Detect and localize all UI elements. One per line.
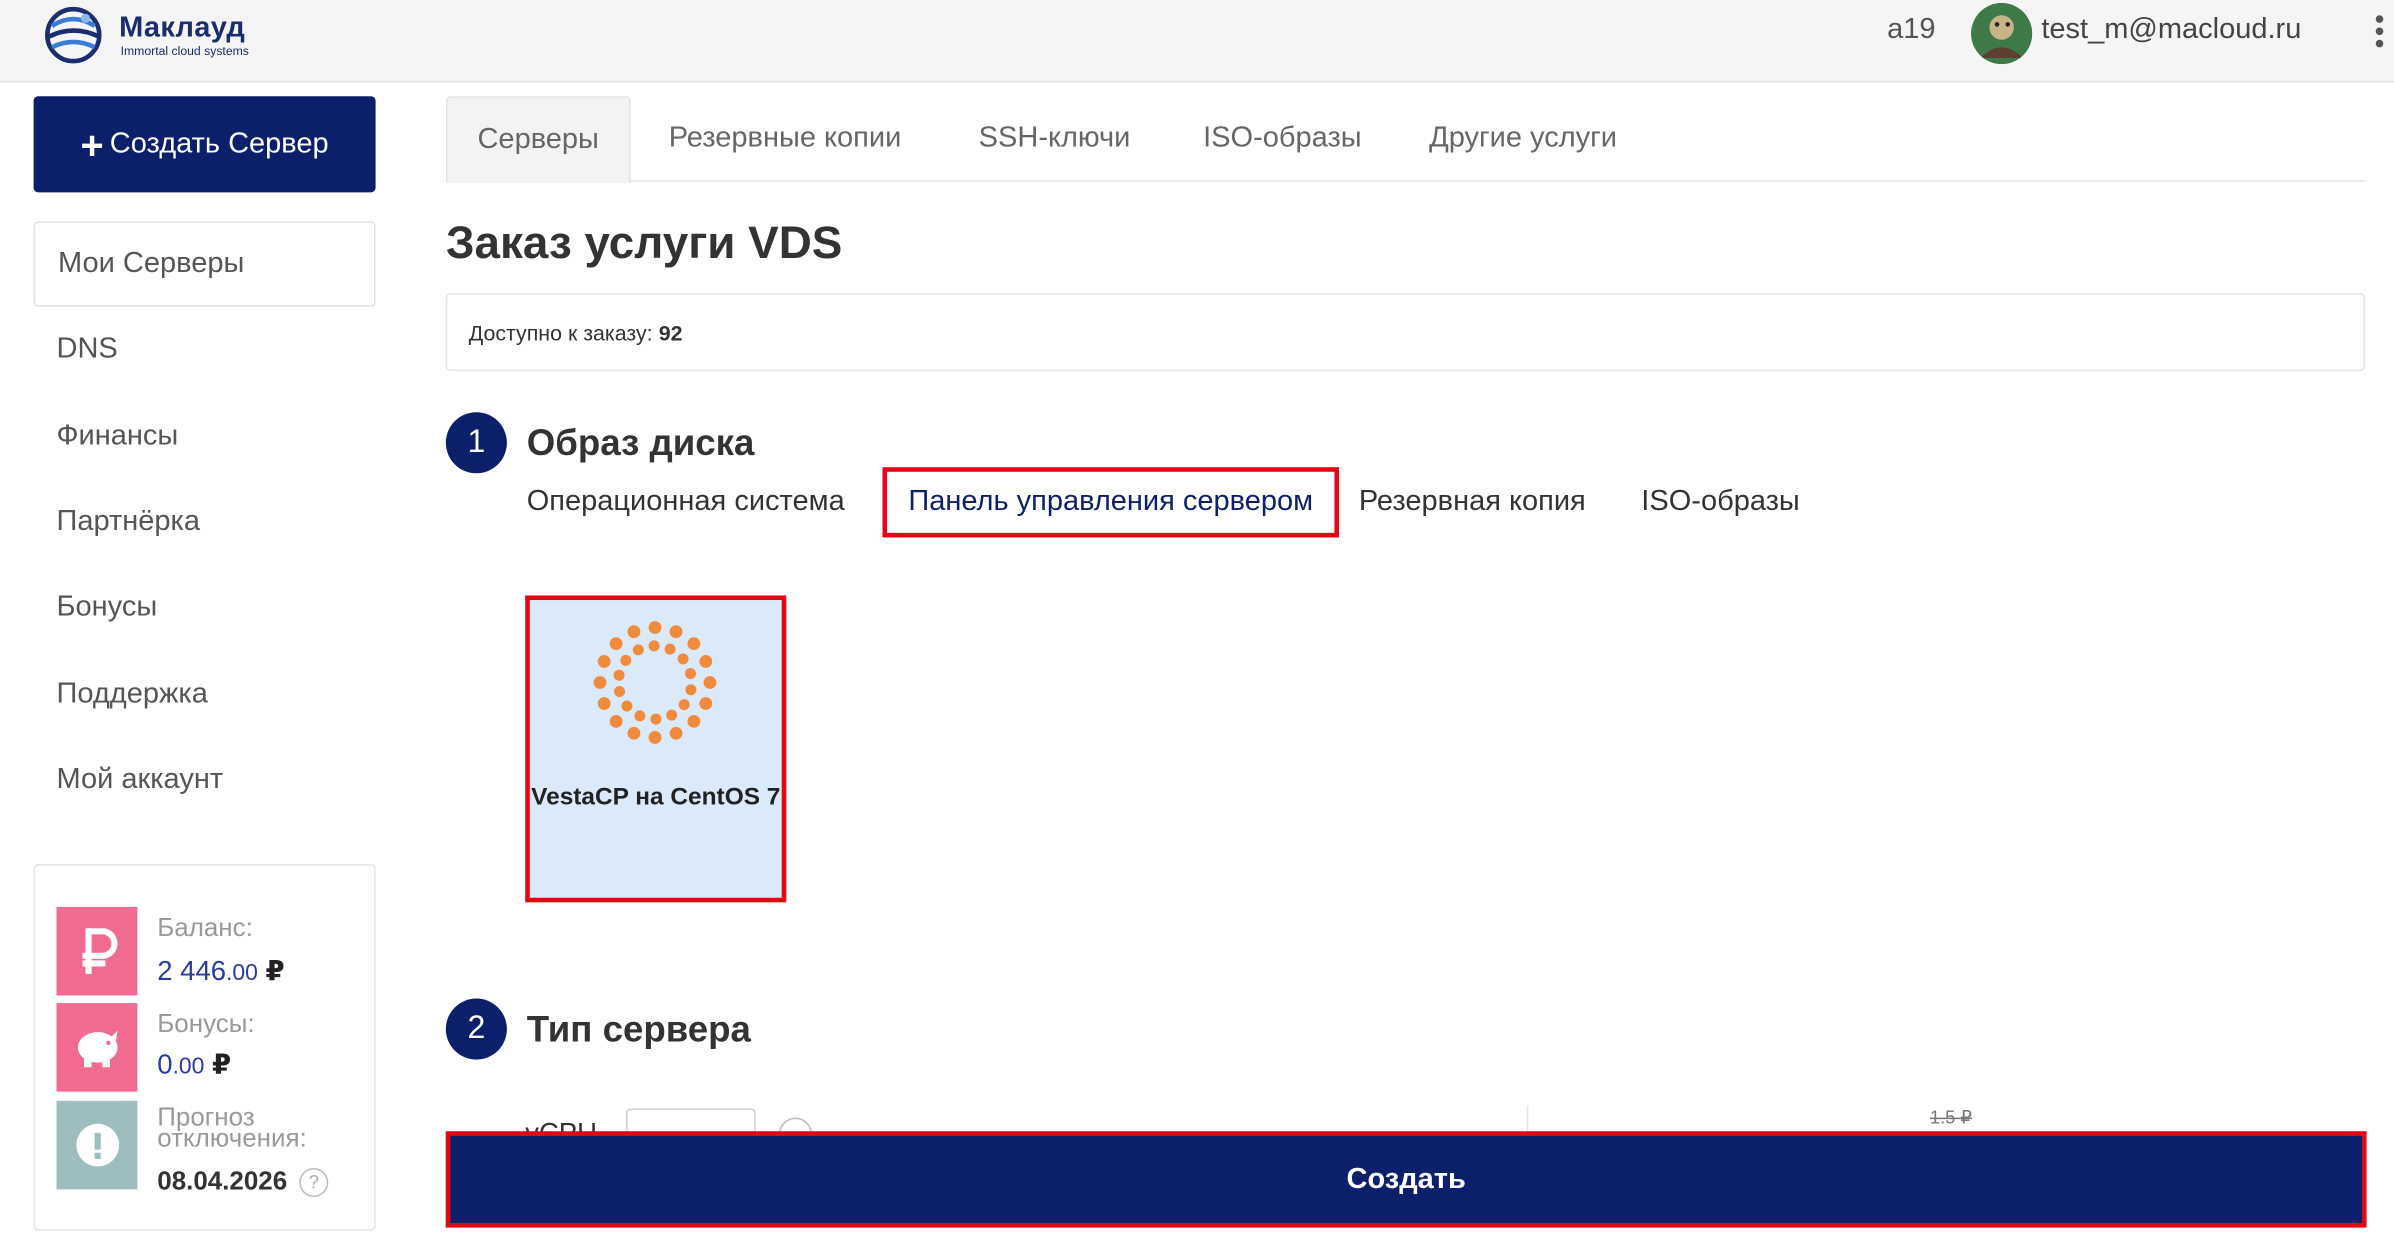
step-number: 2	[445, 998, 507, 1060]
subtab-os[interactable]: Операционная система	[527, 467, 845, 537]
alert-icon	[56, 1100, 138, 1190]
avatar[interactable]	[1971, 3, 2033, 65]
bonuses-frac: .00	[172, 1053, 205, 1080]
sidebar-item-bonuses[interactable]: Бонусы	[34, 565, 376, 651]
tab-servers[interactable]: Серверы	[445, 96, 631, 184]
globe-logo-icon	[45, 6, 102, 64]
vestacp-image-card[interactable]: VestaCP на CentOS 7	[525, 595, 787, 903]
tab-backups[interactable]: Резервные копии	[669, 96, 902, 182]
bonuses-int: 0	[157, 1048, 173, 1080]
balance-frac: .00	[226, 960, 258, 987]
old-price: 1.5 ₽	[1929, 1106, 1973, 1129]
step-number: 1	[445, 412, 507, 474]
logo-name: Маклауд	[119, 12, 246, 45]
sidebar-item-account[interactable]: Мой аккаунт	[34, 737, 376, 823]
create-server-label: Создать Сервер	[109, 127, 329, 160]
sidebar-item-finance[interactable]: Финансы	[34, 393, 376, 479]
balance-label: Баланс:	[157, 913, 253, 943]
sidebar-item-my-servers[interactable]: Мои Серверы	[33, 221, 376, 307]
step-title: Тип сервера	[526, 1009, 751, 1051]
available-label: Доступно к заказу:	[468, 319, 653, 345]
balance-int: 2 446	[157, 955, 227, 987]
create-server-button[interactable]: + Создать Сервер	[33, 96, 376, 193]
piggy-bank-icon	[56, 1003, 138, 1092]
image-name: VestaCP на CentOS 7	[531, 784, 781, 811]
logo-tagline: Immortal cloud systems	[120, 44, 249, 59]
kebab-menu-icon[interactable]	[2367, 12, 2394, 52]
user-id: a19	[1887, 13, 1936, 46]
balance-currency: ₽	[265, 955, 285, 987]
ruble-icon	[56, 906, 138, 996]
vestacp-logo-icon	[593, 621, 717, 744]
sidebar-item-support[interactable]: Поддержка	[34, 651, 376, 737]
available-count: 92	[658, 319, 683, 345]
sidebar-item-partner[interactable]: Партнёрка	[34, 479, 376, 565]
subtab-control-panel[interactable]: Панель управления сервером	[882, 467, 1340, 538]
subtab-backup[interactable]: Резервная копия	[1359, 467, 1586, 537]
tab-other-services[interactable]: Другие услуги	[1429, 96, 1617, 182]
plus-icon: +	[80, 121, 104, 168]
sidebar-nav: Мои Серверы DNS Финансы Партнёрка Бонусы…	[33, 221, 376, 823]
forecast-date: 08.04.2026	[157, 1166, 288, 1196]
available-info: Доступно к заказу: 92	[445, 293, 2366, 372]
create-button[interactable]: Создать	[445, 1131, 2367, 1228]
forecast-value: 08.04.2026?	[157, 1166, 329, 1198]
page-title: Заказ услуги VDS	[445, 218, 843, 269]
forecast-label: Прогноз отключения:	[157, 1102, 307, 1153]
subtab-iso[interactable]: ISO-образы	[1641, 467, 1799, 537]
top-tabs: Серверы Резервные копии SSH-ключи ISO-об…	[445, 96, 2366, 184]
bonuses-label: Бонусы:	[157, 1009, 255, 1039]
user-email[interactable]: test_m@macloud.ru	[2041, 14, 2301, 48]
balance-card: Баланс: 2 446.00 ₽ Бонусы: 0.00 ₽ Прогно…	[33, 864, 376, 1231]
bonuses-currency: ₽	[212, 1048, 232, 1080]
tab-ssh-keys[interactable]: SSH-ключи	[979, 96, 1131, 182]
step-title: Образ диска	[526, 422, 755, 465]
bonuses-value: 0.00 ₽	[157, 1049, 231, 1081]
logo[interactable]: Маклауд Immortal cloud systems	[43, 3, 272, 64]
sidebar-item-dns[interactable]: DNS	[34, 307, 376, 393]
balance-value: 2 446.00 ₽	[157, 956, 284, 988]
top-bar: Маклауд Immortal cloud systems a19 test_…	[0, 0, 2394, 83]
help-icon[interactable]: ?	[299, 1168, 329, 1198]
tab-iso-images[interactable]: ISO-образы	[1203, 96, 1361, 182]
